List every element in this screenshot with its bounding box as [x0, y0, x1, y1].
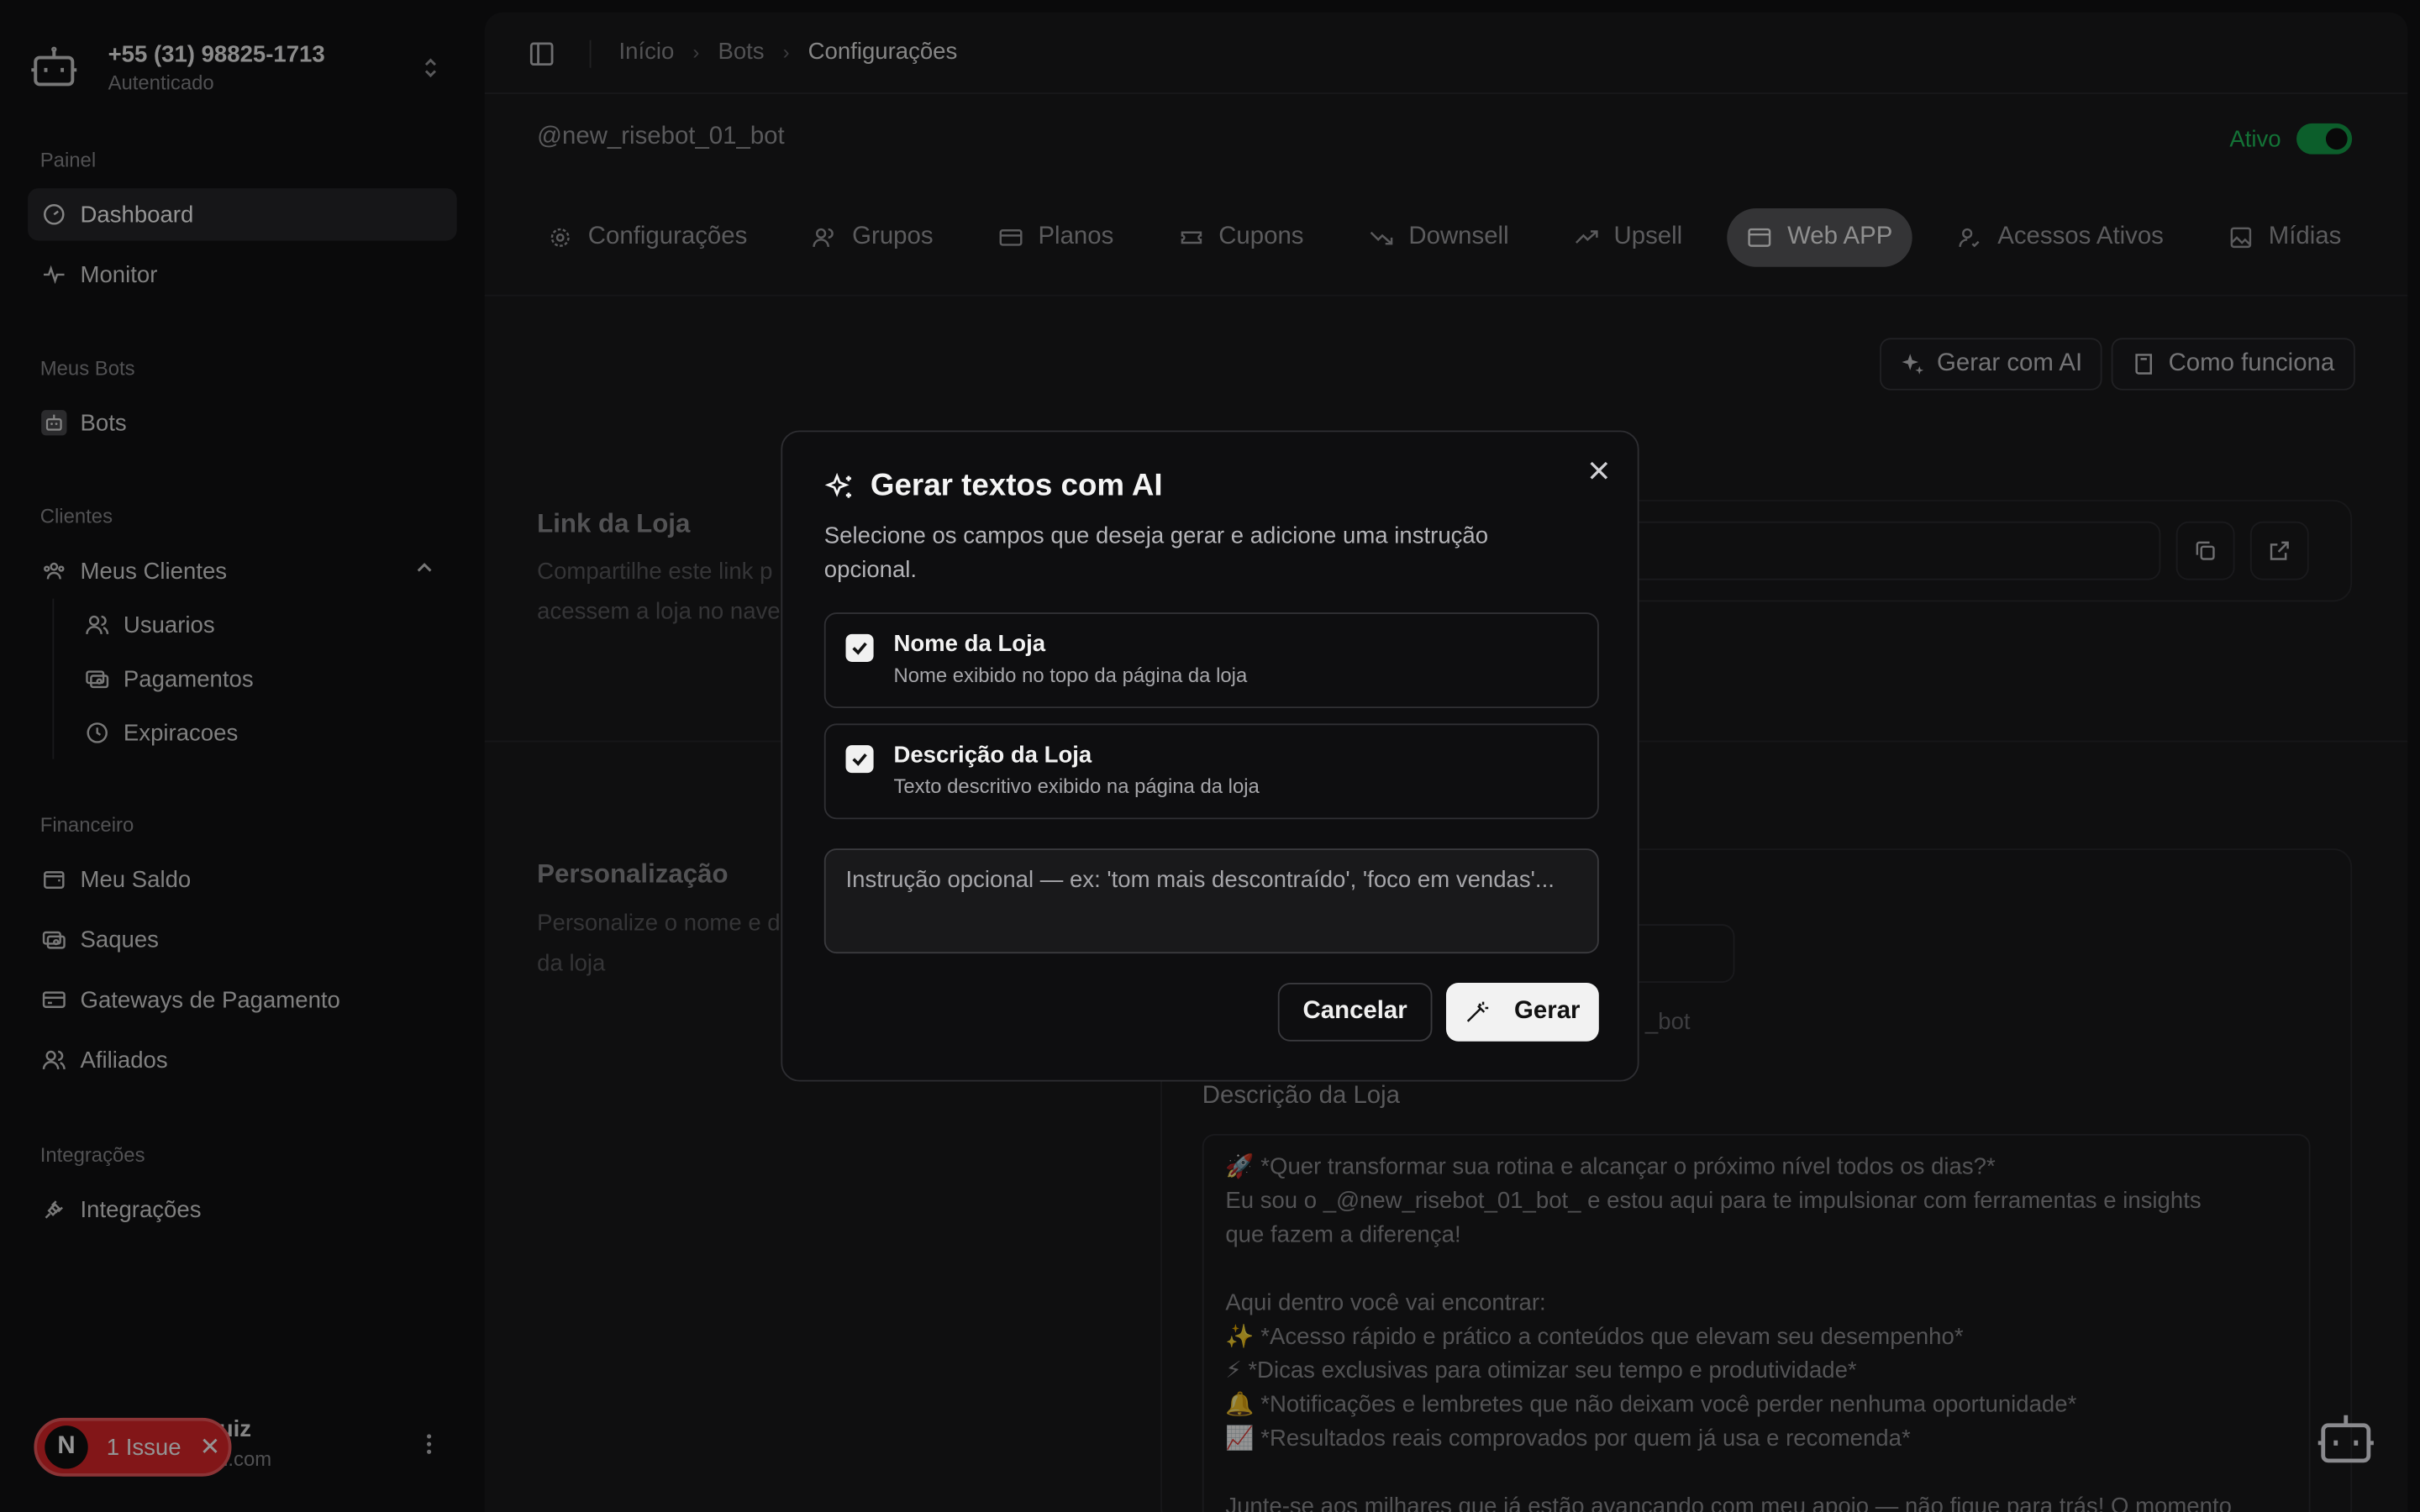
checkbox-checked[interactable]: [845, 745, 874, 774]
dialog-title-text: Gerar textos com AI: [870, 469, 1163, 503]
option-nome-loja[interactable]: Nome da Loja Nome exibido no topo da pág…: [823, 612, 1599, 709]
option-title: Nome da Loja: [893, 631, 1046, 658]
option-subtitle: Nome exibido no topo da página da loja: [893, 663, 1248, 687]
option-descricao-loja[interactable]: Descrição da Loja Texto descritivo exibi…: [823, 723, 1599, 820]
dialog-description: Selecione os campos que deseja gerar e a…: [823, 522, 1489, 584]
instruction-input[interactable]: [823, 848, 1599, 954]
option-title: Descrição da Loja: [893, 742, 1092, 769]
button-label: Gerar: [1514, 998, 1581, 1025]
app-window: +55 (31) 98825-1713 Autenticado Painel D…: [0, 0, 2420, 1512]
option-subtitle: Texto descritivo exibido na página da lo…: [893, 774, 1260, 798]
generate-ai-dialog: Gerar textos com AI Selecione os campos …: [781, 430, 1639, 1082]
checkbox-checked[interactable]: [845, 633, 874, 662]
bot-assistant-icon[interactable]: [2315, 1410, 2376, 1466]
cancel-button[interactable]: Cancelar: [1277, 982, 1433, 1042]
close-icon[interactable]: [1588, 459, 1610, 481]
gerar-button[interactable]: Gerar: [1445, 982, 1599, 1042]
sparkles-icon: [824, 471, 855, 502]
wand-icon: [1465, 1000, 1489, 1024]
dialog-title: Gerar textos com AI: [824, 469, 1163, 504]
